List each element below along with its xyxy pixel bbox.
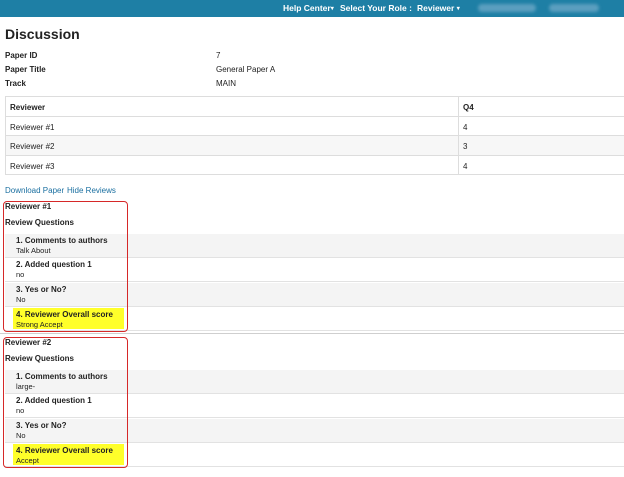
role-menu[interactable]: Reviewer ▾ [417, 3, 460, 13]
table-header-row: Reviewer Q4 [5, 97, 624, 117]
role-label: Reviewer [417, 3, 455, 13]
blurred-user-menu[interactable] [478, 4, 536, 12]
page-title: Discussion [5, 26, 80, 42]
table-row: Reviewer #1 4 [5, 116, 624, 136]
table-row: Reviewer #3 4 [5, 155, 624, 175]
hide-reviews-link[interactable]: Hide Reviews [67, 186, 116, 195]
blurred-account-menu[interactable] [549, 4, 599, 12]
reviewer-cell: Reviewer #1 [10, 122, 55, 132]
reviewer-score-table: Reviewer Q4 Reviewer #1 4 Reviewer #2 3 … [5, 96, 624, 175]
q4-score-cell: 3 [463, 142, 468, 151]
paper-id-value: 7 [216, 51, 221, 60]
column-divider [458, 116, 459, 135]
paper-title-value: General Paper A [216, 65, 276, 74]
annotation-box [3, 337, 128, 468]
column-divider [458, 136, 459, 155]
help-center-label: Help Center [283, 3, 331, 13]
paper-title-label: Paper Title [5, 65, 46, 74]
track-label: Track [5, 79, 26, 88]
reviewer-cell: Reviewer #3 [10, 161, 55, 171]
select-role-label: Select Your Role : [340, 3, 412, 13]
paper-id-label: Paper ID [5, 51, 38, 60]
chevron-down-icon: ▾ [330, 6, 334, 12]
track-value: MAIN [216, 79, 236, 88]
download-paper-link[interactable]: Download Paper [5, 186, 64, 195]
q4-score-cell: 4 [463, 122, 468, 132]
section-divider [0, 333, 624, 334]
top-nav-bar: Help Center▾ Select Your Role : Reviewer… [0, 0, 624, 17]
column-header-reviewer: Reviewer [10, 103, 46, 112]
table-row: Reviewer #2 3 [5, 136, 624, 156]
column-divider [458, 97, 459, 116]
help-center-menu[interactable]: Help Center▾ [283, 3, 334, 13]
chevron-down-icon: ▾ [456, 6, 460, 12]
annotation-box [3, 201, 128, 332]
column-divider [458, 155, 459, 174]
reviewer-cell: Reviewer #2 [10, 142, 55, 151]
column-header-q4: Q4 [463, 103, 474, 112]
q4-score-cell: 4 [463, 161, 468, 171]
